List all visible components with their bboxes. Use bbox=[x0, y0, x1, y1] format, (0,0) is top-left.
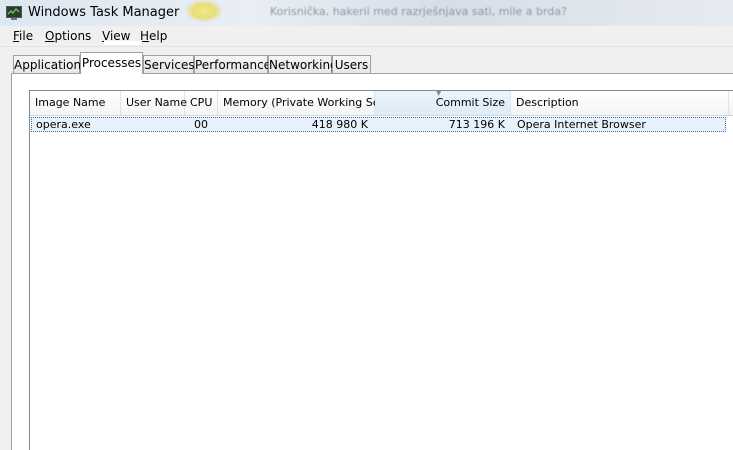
tab-users[interactable]: Users bbox=[332, 55, 371, 73]
task-manager-icon bbox=[6, 6, 22, 20]
title-bar[interactable]: Korisnička, hakerii med razrješnjava sat… bbox=[0, 0, 733, 26]
sort-descending-icon: ▼ bbox=[436, 90, 442, 97]
cell-description: Opera Internet Browser bbox=[517, 118, 646, 131]
desktop-background-blur bbox=[186, 0, 222, 22]
task-manager-window: Korisnička, hakerii med razrješnjava sat… bbox=[0, 0, 733, 450]
tab-networking[interactable]: Networking bbox=[268, 55, 338, 73]
column-image-name[interactable]: Image Name bbox=[30, 91, 121, 115]
process-list[interactable]: Image Name User Name CPU Memory (Private… bbox=[29, 90, 733, 450]
menu-help-label: elp bbox=[149, 29, 168, 43]
column-cpu[interactable]: CPU bbox=[185, 91, 218, 115]
column-user-name[interactable]: User Name bbox=[121, 91, 187, 115]
column-commit-size-label: Commit Size bbox=[435, 96, 505, 109]
menu-file[interactable]: File bbox=[13, 29, 33, 43]
cell-memory: 418 980 K bbox=[311, 118, 368, 131]
tab-services[interactable]: Services bbox=[143, 55, 195, 73]
menu-help[interactable]: Help bbox=[140, 29, 167, 43]
window-title: Windows Task Manager bbox=[28, 5, 180, 20]
cell-commit-size: 713 196 K bbox=[448, 118, 505, 131]
cell-cpu: 00 bbox=[194, 118, 208, 131]
column-description[interactable]: Description bbox=[511, 91, 729, 115]
menu-options[interactable]: Options bbox=[45, 29, 91, 43]
background-window-text: Korisnička, hakerii med razrješnjava sat… bbox=[270, 5, 567, 18]
processes-panel: Image Name User Name CPU Memory (Private… bbox=[11, 73, 733, 450]
cell-image-name: opera.exe bbox=[36, 118, 91, 131]
tab-processes[interactable]: Processes bbox=[80, 52, 143, 74]
menu-file-label: ile bbox=[19, 29, 34, 43]
column-memory[interactable]: Memory (Private Working Set) bbox=[218, 91, 388, 115]
column-commit-size[interactable]: ▼ Commit Size bbox=[375, 91, 511, 115]
redaction-mark bbox=[104, 41, 142, 45]
menu-options-label: ptions bbox=[54, 29, 92, 43]
tab-performance[interactable]: Performance bbox=[194, 55, 271, 73]
tab-applications[interactable]: Applications bbox=[13, 55, 87, 73]
column-header-row: Image Name User Name CPU Memory (Private… bbox=[30, 91, 733, 116]
tab-area: Applications Processes Services Performa… bbox=[0, 47, 733, 450]
cell-user-name bbox=[122, 118, 184, 131]
table-row[interactable]: opera.exe 00 418 980 K 713 196 K Opera I… bbox=[31, 117, 726, 132]
